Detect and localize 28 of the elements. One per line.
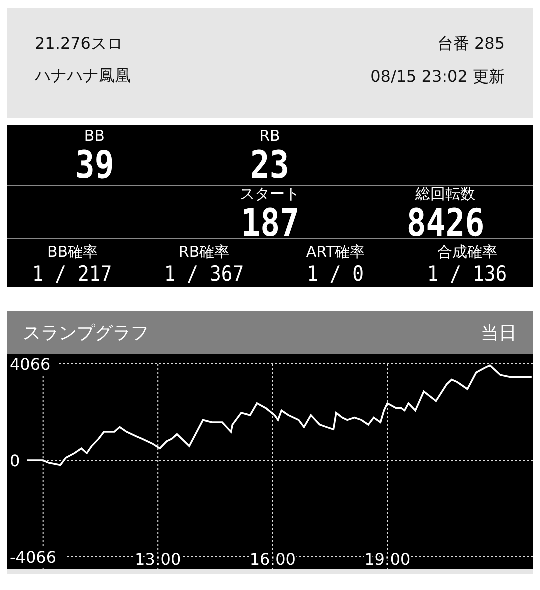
probability-value: 1 / 0 <box>307 262 364 286</box>
probability-value: 1 / 367 <box>164 262 244 286</box>
counter-value: 187 <box>240 203 300 243</box>
counter-label: RB <box>260 128 280 145</box>
counter-value: 8426 <box>406 203 484 243</box>
value-label: -4066 <box>10 548 56 568</box>
counter-label: スタート <box>240 186 300 203</box>
probability-label: RB確率 <box>178 243 230 262</box>
time-label: 13:00 <box>135 550 182 569</box>
probability-label: ART確率 <box>306 243 366 262</box>
period-label: 当日 <box>481 322 517 344</box>
probability-label: 合成確率 <box>437 243 498 262</box>
machine-name: ハナハナ鳳凰 <box>35 67 131 85</box>
probability-label: BB確率 <box>47 243 98 262</box>
rate-label: 21.276スロ <box>35 34 123 55</box>
time-label: 19:00 <box>364 550 411 569</box>
probability-value: 1 / 217 <box>32 262 113 286</box>
counter-label: BB <box>84 128 105 145</box>
graph-title: スランプグラフ <box>23 322 149 344</box>
counter-value: 23 <box>250 145 290 185</box>
time-label: 16:00 <box>250 550 296 569</box>
machine-number: 台番 285 <box>437 34 505 55</box>
value-label: 4066 <box>10 355 51 374</box>
probability-value: 1 / 136 <box>427 262 508 286</box>
update-time: 08/15 23:02 更新 <box>370 67 505 88</box>
counter-value: 39 <box>75 145 114 185</box>
counter-label: 総回転数 <box>415 186 476 203</box>
value-label: 0 <box>10 452 20 470</box>
